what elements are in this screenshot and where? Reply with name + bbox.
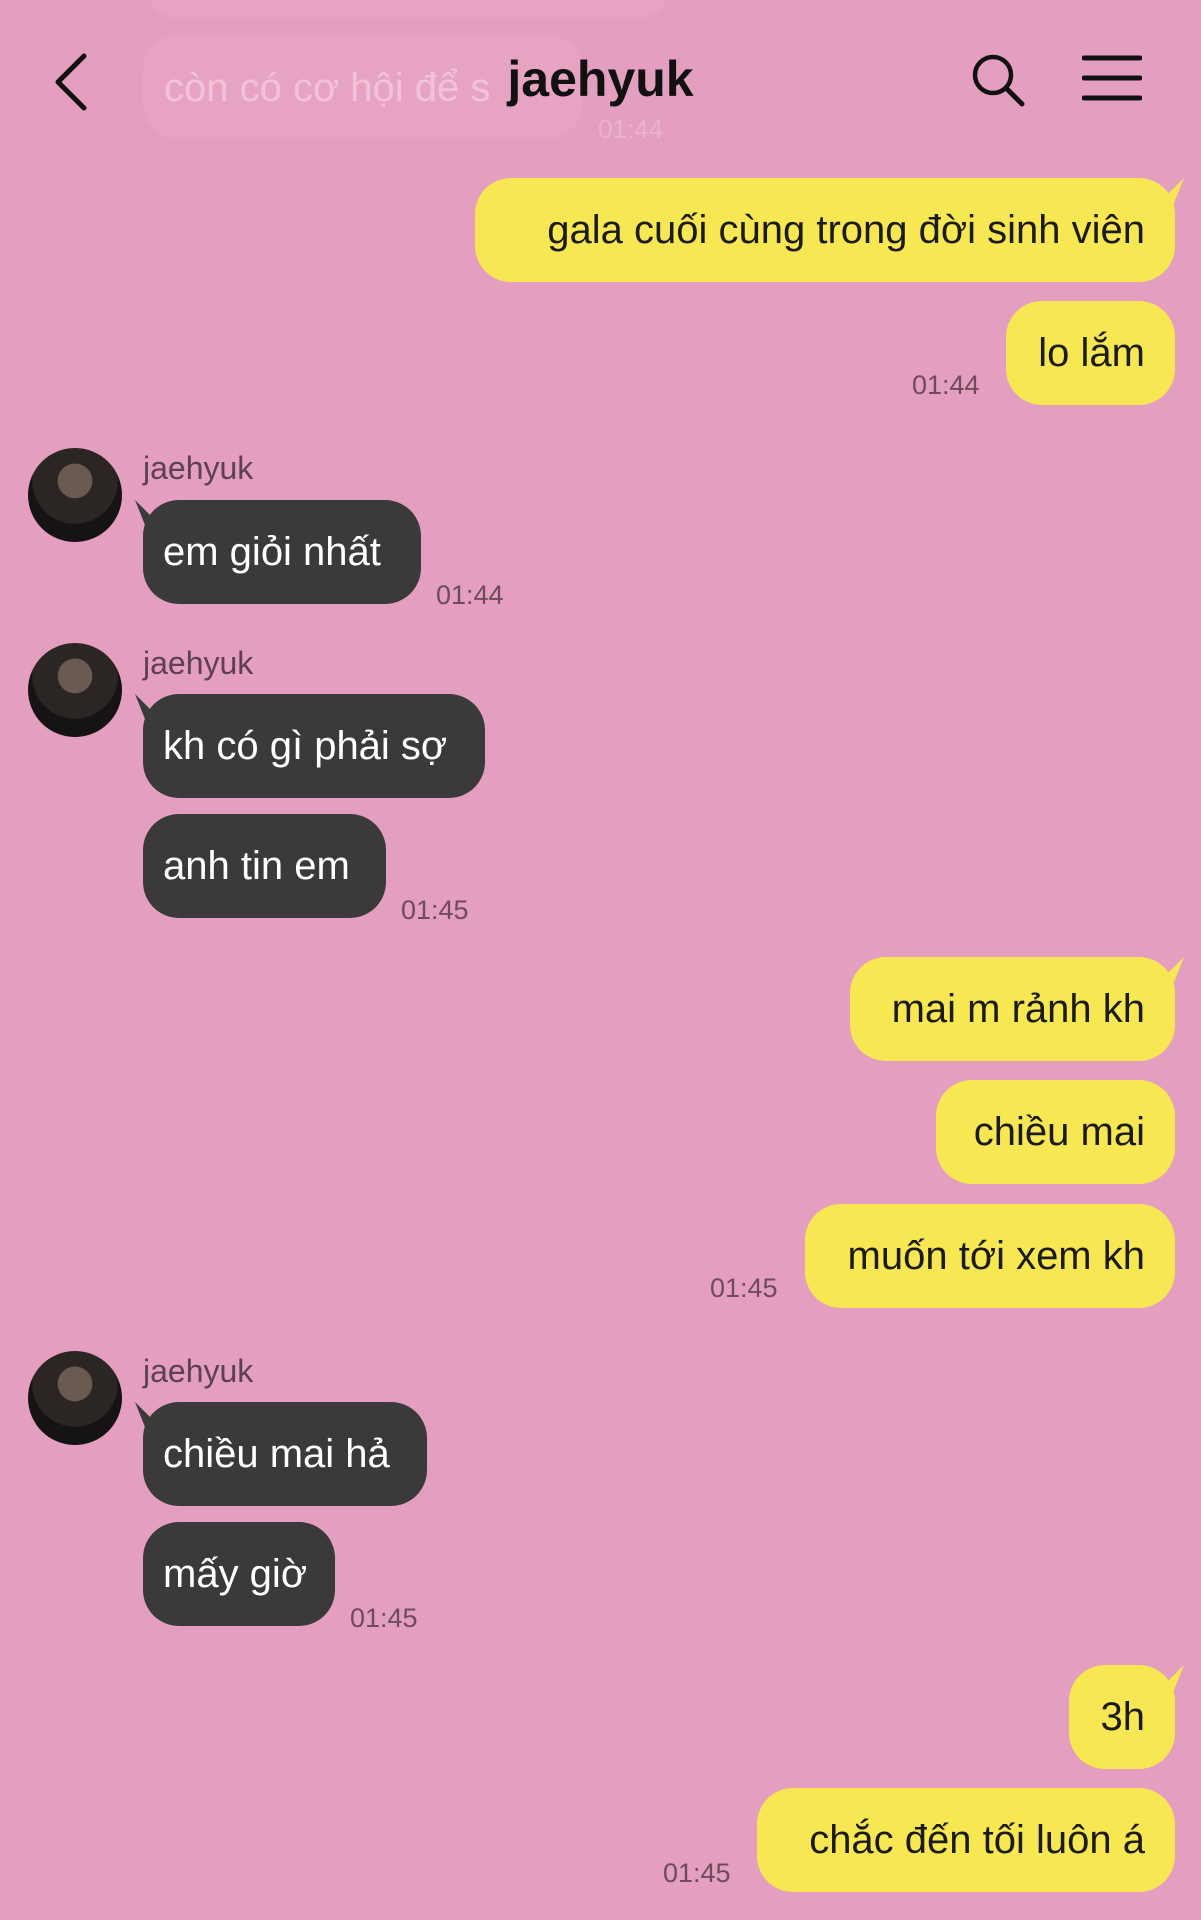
outgoing-message[interactable]: chiều mai: [936, 1080, 1175, 1184]
message-time: 01:45: [401, 895, 469, 925]
outgoing-message[interactable]: chắc đến tối luôn á: [757, 1788, 1175, 1892]
search-icon[interactable]: [970, 52, 1026, 108]
sender-name: jaehyuk: [143, 1353, 254, 1389]
sender-name: jaehyuk: [143, 450, 254, 486]
incoming-message[interactable]: em giỏi nhất: [143, 500, 421, 604]
outgoing-message[interactable]: lo lắm: [1006, 301, 1175, 405]
faded-message-bubble-top: [148, 0, 668, 18]
outgoing-message[interactable]: muốn tới xem kh: [805, 1204, 1175, 1308]
message-time: 01:45: [710, 1273, 778, 1303]
incoming-message[interactable]: kh có gì phải sợ: [143, 694, 485, 798]
message-time: 01:44: [912, 370, 980, 400]
avatar[interactable]: [28, 448, 122, 542]
message-time: 01:45: [350, 1603, 418, 1633]
incoming-message[interactable]: mấy giờ: [143, 1522, 335, 1626]
outgoing-message[interactable]: gala cuối cùng trong đời sinh viên: [475, 178, 1175, 282]
avatar[interactable]: [28, 1351, 122, 1445]
incoming-message[interactable]: anh tin em: [143, 814, 386, 918]
outgoing-message[interactable]: mai m rảnh kh: [850, 957, 1175, 1061]
sender-name: jaehyuk: [143, 645, 254, 681]
avatar[interactable]: [28, 643, 122, 737]
faded-message-time: 01:44: [598, 114, 664, 144]
menu-icon[interactable]: [1082, 54, 1142, 102]
incoming-message[interactable]: chiều mai hả: [143, 1402, 427, 1506]
message-time: 01:45: [663, 1858, 731, 1888]
message-time: 01:44: [436, 580, 504, 610]
outgoing-message[interactable]: 3h: [1069, 1665, 1175, 1769]
